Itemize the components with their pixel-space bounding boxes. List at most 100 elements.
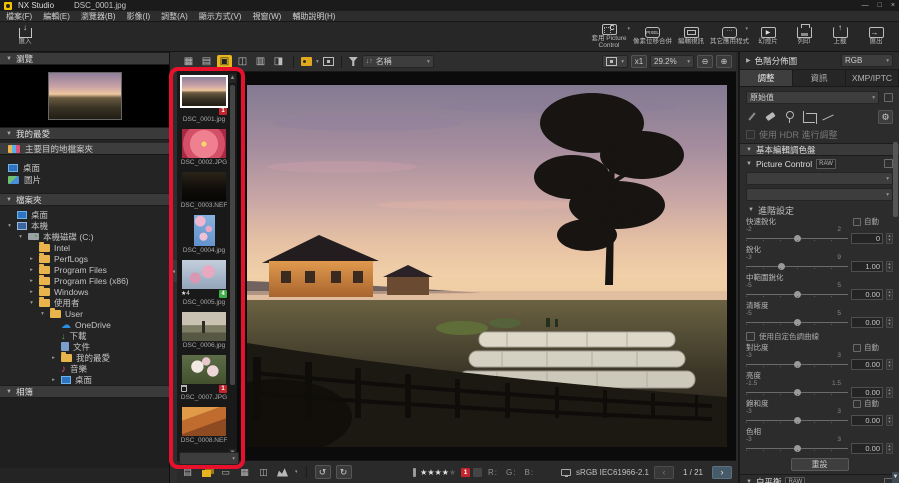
undo-button[interactable]: ↺ <box>315 465 331 479</box>
toolbar-other-apps-button[interactable]: ▾其它應用程式 <box>710 23 749 51</box>
tree-item-15[interactable]: ▸桌面 <box>0 374 169 385</box>
auto-checkbox[interactable] <box>853 344 861 352</box>
tree-expand-icon[interactable]: ▾ <box>6 223 13 229</box>
spinner-control[interactable]: ▲▼ <box>886 359 893 370</box>
tree-item-10[interactable]: OneDrive <box>0 319 169 330</box>
eraser-icon[interactable] <box>765 111 777 123</box>
tree-item-4[interactable]: ▸PerfLogs <box>0 253 169 264</box>
slider-value[interactable]: 0 <box>851 233 883 244</box>
tab-info[interactable]: 資訊 <box>793 70 846 86</box>
import-button[interactable]: 匯入 <box>10 28 40 46</box>
retouch-brush-icon[interactable] <box>746 111 758 123</box>
tree-item-12[interactable]: 文件 <box>0 341 169 352</box>
viewmode-thumbnail-list[interactable]: ▤ <box>199 55 214 69</box>
tree-item-13[interactable]: ▸我的最愛 <box>0 352 169 363</box>
toolbar-slideshow-button[interactable]: 幻燈片 <box>751 23 785 51</box>
slider-value[interactable]: 0.00 <box>851 387 883 398</box>
menu-item-0[interactable]: 檔案(F) <box>6 11 32 22</box>
scroll-up-icon[interactable]: ▲ <box>229 74 236 83</box>
slider-value[interactable]: 0.00 <box>851 289 883 300</box>
spinner-control[interactable]: ▲▼ <box>886 317 893 328</box>
tree-item-9[interactable]: ▾User <box>0 308 169 319</box>
spinner-control[interactable]: ▲▼ <box>886 415 893 426</box>
scroll-down-icon[interactable]: ▼ <box>892 472 899 483</box>
rating-star-2[interactable]: ★ <box>427 468 434 477</box>
single-view-icon[interactable]: ▤ <box>181 466 194 478</box>
slider-thumb[interactable] <box>794 291 801 298</box>
slider-thumb[interactable] <box>794 389 801 396</box>
tree-item-8[interactable]: ▾使用者 <box>0 297 169 308</box>
toolbar-apply-picture-control-button[interactable]: ▾套用 Picture Control <box>587 23 631 51</box>
spinner-control[interactable]: ▲▼ <box>886 233 893 244</box>
tree-expand-icon[interactable]: ▾ <box>28 300 35 306</box>
toolbar-print-button[interactable]: 列印 <box>787 23 821 51</box>
label-filter-icon[interactable] <box>301 57 312 66</box>
minimize-icon[interactable]: — <box>862 2 869 9</box>
filter-icon[interactable] <box>349 57 358 66</box>
tree-expand-icon[interactable]: ▾ <box>17 234 24 240</box>
collapse-left-icon[interactable]: ◂ <box>170 260 177 282</box>
slider-track[interactable] <box>746 262 848 270</box>
slider-value[interactable]: 0.00 <box>851 317 883 328</box>
thumbnail[interactable] <box>182 407 226 436</box>
histogram-overlay-icon[interactable] <box>276 466 289 478</box>
tree-item-14[interactable]: 音樂 <box>0 363 169 374</box>
tree-expand-icon[interactable]: ▸ <box>28 289 35 295</box>
picture-control-checkbox[interactable] <box>884 159 893 168</box>
advanced-settings-header[interactable]: ▼進階設定 <box>746 204 893 216</box>
color-control-point-icon[interactable] <box>784 111 796 123</box>
picture-control-header[interactable]: ▼ Picture Control RAW <box>746 156 893 171</box>
menu-item-2[interactable]: 瀏覽器(B) <box>81 11 116 22</box>
scrollbar-thumb[interactable] <box>230 85 235 385</box>
tree-expand-icon[interactable]: ▸ <box>50 355 57 361</box>
crop-icon[interactable] <box>803 111 815 123</box>
spinner-control[interactable]: ▲▼ <box>886 387 893 398</box>
menu-item-3[interactable]: 影像(I) <box>127 11 151 22</box>
zoom-in-button[interactable]: ⊕ <box>716 55 732 68</box>
slider-thumb[interactable] <box>778 263 785 270</box>
color-label-badge[interactable]: 1 <box>461 468 470 477</box>
tree-item-11[interactable]: 下載 <box>0 330 169 341</box>
panel-scrollbar-thumb[interactable] <box>893 142 898 217</box>
viewmode-compare-pair[interactable]: ▥ <box>253 55 268 69</box>
rating-star-4[interactable]: ★ <box>442 468 449 477</box>
spinner-control[interactable]: ▲▼ <box>886 289 893 300</box>
viewmode-before-after[interactable]: ◨ <box>271 55 286 69</box>
photo-canvas[interactable] <box>247 85 727 447</box>
menu-item-7[interactable]: 輔助說明(H) <box>292 11 335 22</box>
reset-button[interactable]: 重設 <box>791 458 849 471</box>
favorite-item-0[interactable]: 主要目的地檔案夾 <box>0 143 169 155</box>
preview-thumbnail[interactable] <box>48 72 122 120</box>
slider-value[interactable]: 0.00 <box>851 359 883 370</box>
picture-control-dropdown-2[interactable]: ▾ <box>746 188 893 201</box>
gray-label-badge[interactable] <box>473 468 482 477</box>
redo-button[interactable]: ↻ <box>336 465 352 479</box>
auto-checkbox[interactable] <box>853 400 861 408</box>
thumbnail[interactable] <box>182 355 226 384</box>
tree-item-0[interactable]: 桌面 <box>0 209 169 220</box>
fit-mode-dropdown[interactable]: ▾ <box>602 55 628 68</box>
zoom-out-button[interactable]: ⊖ <box>697 55 713 68</box>
custom-curve-checkbox[interactable] <box>746 332 755 341</box>
split-view-icon[interactable]: ◫ <box>257 466 270 478</box>
fit-window-icon[interactable] <box>323 57 334 66</box>
picture-control-dropdown-1[interactable]: ▾ <box>746 172 893 185</box>
viewmode-thumbnail-grid[interactable]: ▦ <box>181 55 196 69</box>
viewmode-multi-image[interactable]: ◫ <box>235 55 250 69</box>
tree-item-3[interactable]: Intel <box>0 242 169 253</box>
close-icon[interactable]: × <box>891 2 895 9</box>
spinner-control[interactable]: ▲▼ <box>886 443 893 454</box>
rating-strip-icon[interactable] <box>413 468 416 477</box>
slider-thumb[interactable] <box>794 361 801 368</box>
menu-item-4[interactable]: 調整(A) <box>161 11 188 22</box>
toolbar-upload-button[interactable]: 上載 <box>823 23 857 51</box>
rating-star-5[interactable]: ★ <box>449 468 456 477</box>
toolbar-export-button[interactable]: 匯出 <box>859 23 893 51</box>
tree-expand-icon[interactable]: ▸ <box>50 377 57 383</box>
viewmode-image-viewer[interactable]: ▣ <box>217 55 232 69</box>
favorite-item-1[interactable]: 桌面 <box>0 162 169 174</box>
auto-checkbox[interactable] <box>853 218 861 226</box>
slider-track[interactable] <box>746 388 848 396</box>
folders-section-header[interactable]: ▼檔案夾 <box>0 193 169 206</box>
slider-track[interactable] <box>746 416 848 424</box>
